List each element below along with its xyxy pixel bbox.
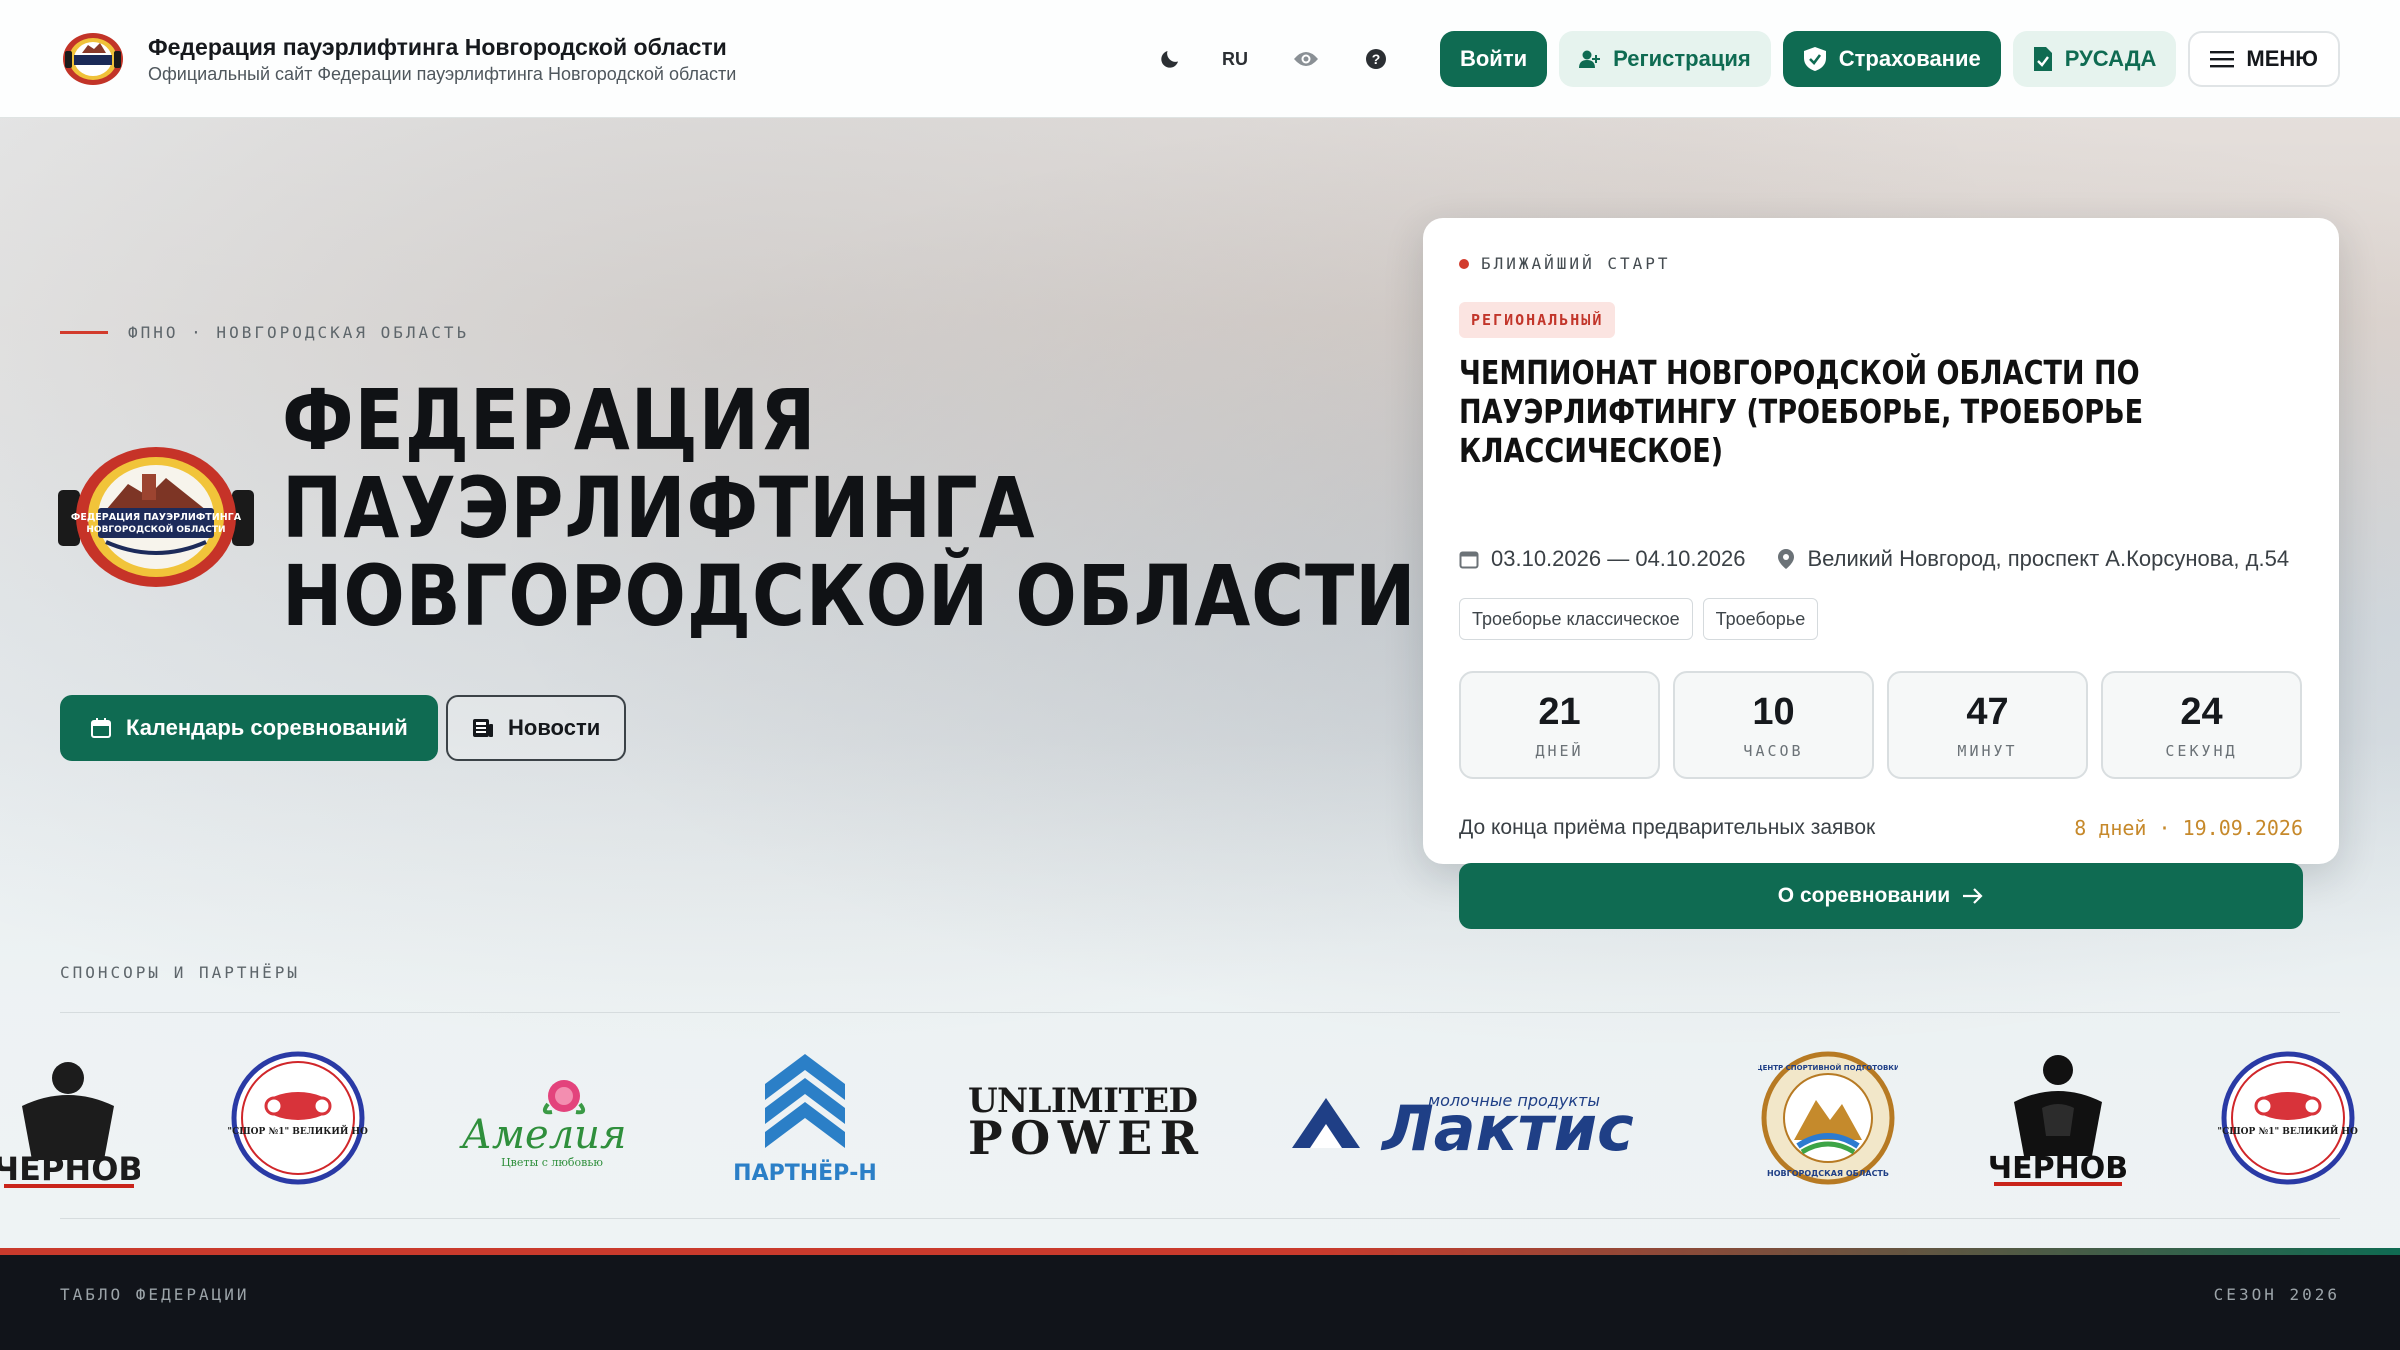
site-header: Федерация пауэрлифтинга Новгородской обл…: [0, 0, 2400, 118]
hero-federation-logo: ФЕДЕРАЦИЯ ПАУЭРЛИФТИНГА НОВГОРОДСКОЙ ОБЛ…: [58, 444, 254, 590]
scoreboard-label: ТАБЛО ФЕДЕРАЦИИ: [60, 1285, 250, 1304]
sponsors-divider-top: [60, 1012, 2340, 1013]
insurance-label: Страхование: [1838, 46, 1981, 71]
kicker-line: [60, 331, 108, 334]
event-details-button[interactable]: О соревновании: [1459, 863, 2303, 929]
register-button[interactable]: Регистрация: [1559, 31, 1771, 87]
hero-kicker: ФПНО · НОВГОРОДСКАЯ ОБЛАСТЬ: [60, 323, 469, 342]
hero-logo-text: ФЕДЕРАЦИЯ ПАУЭРЛИФТИНГА: [71, 512, 242, 523]
calendar-button[interactable]: Календарь соревнований: [60, 695, 438, 761]
calendar-icon: [91, 718, 111, 738]
federation-scoreboard: ТАБЛО ФЕДЕРАЦИИ СЕЗОН 2026: [0, 1255, 2400, 1350]
hero-title-line-1: ФЕДЕРАЦИЯ: [282, 371, 817, 469]
countdown-label: ЧАСОВ: [1743, 741, 1804, 760]
hero-kicker-text: ФПНО · НОВГОРОДСКАЯ ОБЛАСТЬ: [128, 323, 470, 342]
countdown-days: 21 ДНЕЙ: [1459, 671, 1660, 779]
countdown-label: СЕКУНД: [2165, 741, 2238, 760]
countdown-value: 47: [1966, 690, 2009, 733]
sponsor-logo[interactable]: ЧЕРНОВ: [1988, 1018, 2128, 1218]
eye-icon[interactable]: [1288, 41, 1324, 77]
sponsor-text: ЧЕРНОВ: [0, 1150, 140, 1188]
sponsor-text: Лактис: [1380, 1092, 1634, 1165]
countdown-minutes: 47 МИНУТ: [1887, 671, 2088, 779]
sponsors-carousel: ЧЕРНОВ МАУДО "СШОР №1" ВЕЛИКИЙ НОВГОРОД …: [0, 1018, 2400, 1218]
sponsor-logo[interactable]: ЧЕРНОВ: [0, 1018, 140, 1218]
shield-check-icon: [1803, 47, 1826, 71]
arrow-right-icon: [1963, 888, 1983, 904]
sponsor-subtext: НОВГОРОДСКАЯ ОБЛАСТЬ: [1767, 1169, 1889, 1178]
event-kicker: БЛИЖАЙШИЙ СТАРТ: [1459, 254, 1671, 273]
event-tag[interactable]: Троеборье: [1702, 598, 1819, 640]
event-title[interactable]: ЧЕМПИОНАТ НОВГОРОДСКОЙ ОБЛАСТИ ПО ПАУЭРЛ…: [1459, 353, 2279, 470]
document-icon: [2033, 47, 2052, 71]
menu-button[interactable]: МЕНЮ: [2188, 31, 2340, 87]
countdown-hours: 10 ЧАСОВ: [1673, 671, 1874, 779]
countdown-seconds: 24 СЕКУНД: [2101, 671, 2302, 779]
countdown: 21 ДНЕЙ 10 ЧАСОВ 47 МИНУТ 24 СЕКУНД: [1459, 671, 2302, 779]
event-location: Великий Новгород, проспект А.Корсунова, …: [1807, 546, 2290, 571]
sponsor-logo[interactable]: МАУДО "СШОР №1" ВЕЛИКИЙ НОВГОРОД: [2218, 1018, 2358, 1218]
live-dot: [1459, 258, 1469, 269]
next-event-card: БЛИЖАЙШИЙ СТАРТ РЕГИОНАЛЬНЫЙ ЧЕМПИОНАТ Н…: [1423, 218, 2339, 929]
sponsors-divider-bottom: [60, 1218, 2340, 1219]
location-pin-icon: [1778, 549, 1795, 569]
calendar-button-label: Календарь соревнований: [126, 715, 408, 740]
site-title[interactable]: Федерация пауэрлифтинга Новгородской обл…: [148, 32, 736, 62]
federation-logo[interactable]: [60, 31, 126, 87]
site-subtitle: Официальный сайт Федерации пауэрлифтинга…: [148, 63, 737, 84]
event-level-badge: РЕГИОНАЛЬНЫЙ: [1459, 302, 1616, 338]
sponsor-logo[interactable]: МАУДО "СШОР №1" ВЕЛИКИЙ НОВГОРОД: [228, 1018, 368, 1218]
hamburger-icon: [2210, 51, 2235, 68]
countdown-value: 21: [1538, 690, 1581, 733]
event-tag[interactable]: Троеборье классическое: [1459, 598, 1693, 640]
sponsor-text: ЧЕРНОВ: [1988, 1151, 2128, 1186]
moon-icon[interactable]: [1152, 41, 1188, 77]
countdown-label: МИНУТ: [1957, 741, 2018, 760]
event-kicker-text: БЛИЖАЙШИЙ СТАРТ: [1481, 254, 1671, 273]
sponsor-logo[interactable]: молочные продукты Лактис: [1288, 1018, 1672, 1218]
season-label: СЕЗОН 2026: [2213, 1285, 2340, 1304]
news-button[interactable]: Новости: [446, 695, 627, 761]
event-tags: Троеборье классическое Троеборье: [1459, 598, 1828, 640]
event-dates: 03.10.2026 — 04.10.2026: [1491, 546, 1746, 571]
user-plus-icon: [1579, 50, 1601, 68]
hero-title-line-3: НОВГОРОДСКОЙ ОБЛАСТИ: [282, 547, 1417, 645]
sponsor-logo[interactable]: ЦЕНТР СПОРТИВНОЙ ПОДГОТОВКИ НОВГОРОДСКАЯ…: [1758, 1018, 1898, 1218]
svg-text:НОВГОРОДСКОЙ ОБЛАСТИ: НОВГОРОДСКОЙ ОБЛАСТИ: [86, 523, 225, 535]
countdown-value: 10: [1752, 690, 1795, 733]
event-details-label: О соревновании: [1777, 884, 1951, 907]
newspaper-icon: [473, 719, 493, 737]
countdown-label: ДНЕЙ: [1535, 741, 1584, 760]
event-meta: 03.10.2026 — 04.10.2026 Великий Новгород…: [1459, 546, 2289, 572]
sponsor-logo[interactable]: ПАРТНЁР-Н: [720, 1018, 890, 1218]
language-switch[interactable]: RU: [1222, 49, 1248, 70]
calendar-icon: [1459, 551, 1479, 569]
sponsor-text: ЦЕНТР СПОРТИВНОЙ ПОДГОТОВКИ: [1758, 1063, 1898, 1072]
sponsor-text: ПАРТНЁР-Н: [733, 1160, 877, 1186]
rusada-button[interactable]: РУСАДА: [2012, 31, 2177, 87]
svg-text:?: ?: [1372, 51, 1381, 67]
hero-title-line-2: ПАУЭРЛИФТИНГА: [282, 459, 1036, 557]
login-button[interactable]: Войти: [1439, 31, 1548, 87]
deadline-label: До конца приёма предварительных заявок: [1459, 816, 1876, 839]
sponsors-label: СПОНСОРЫ И ПАРТНЁРЫ: [60, 963, 301, 982]
hero-title: ФЕДЕРАЦИЯ ПАУЭРЛИФТИНГА НОВГОРОДСКОЙ ОБЛ…: [282, 376, 1416, 640]
news-button-label: Новости: [508, 715, 601, 740]
deadline-value: 8 дней · 19.09.2026: [2074, 816, 2303, 840]
help-icon[interactable]: ?: [1358, 41, 1394, 77]
menu-label: МЕНЮ: [2246, 46, 2318, 71]
sponsor-subtext: Цветы с любовью: [501, 1156, 603, 1169]
sponsor-text: Амелия: [459, 1112, 627, 1158]
insurance-button[interactable]: Страхование: [1782, 31, 2001, 87]
rusada-label: РУСАДА: [2064, 46, 2157, 71]
accent-strip: [0, 1248, 2400, 1255]
countdown-value: 24: [2180, 690, 2223, 733]
login-label: Войти: [1459, 46, 1528, 71]
sponsor-logo[interactable]: Амелия Цветы с любовью: [452, 1018, 642, 1218]
register-label: Регистрация: [1613, 46, 1751, 71]
sponsor-logo[interactable]: UNLIMITED POWER: [958, 1018, 1208, 1218]
